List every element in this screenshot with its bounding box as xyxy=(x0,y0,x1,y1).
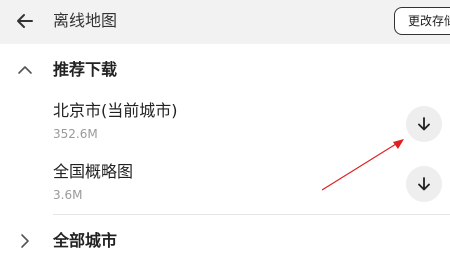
download-arrow-icon xyxy=(418,177,430,191)
map-item-size: 3.6M xyxy=(53,188,83,202)
top-bar: 离线地图 更改存储 xyxy=(0,0,450,44)
section-all-cities-label: 全部城市 xyxy=(53,231,118,250)
divider xyxy=(53,214,450,215)
change-storage-button[interactable]: 更改存储 xyxy=(394,7,450,35)
map-item-size: 352.6M xyxy=(53,127,98,141)
page-title: 离线地图 xyxy=(53,11,118,30)
arrow-left-icon xyxy=(17,14,33,28)
map-item-beijing: 北京市(当前城市) 352.6M xyxy=(0,100,450,156)
map-item-name: 全国概略图 xyxy=(53,162,134,181)
chevron-up-icon xyxy=(18,66,32,74)
back-button[interactable] xyxy=(10,6,40,36)
download-arrow-icon xyxy=(418,117,430,131)
download-button-national-overview[interactable] xyxy=(406,166,442,202)
chevron-right-icon xyxy=(21,234,29,248)
map-item-national-overview: 全国概略图 3.6M xyxy=(0,161,450,217)
section-recommended-header[interactable]: 推荐下载 xyxy=(0,52,450,88)
download-button-beijing[interactable] xyxy=(406,106,442,142)
map-item-name: 北京市(当前城市) xyxy=(53,101,178,120)
section-recommended-label: 推荐下载 xyxy=(53,60,118,79)
section-all-cities-header[interactable]: 全部城市 xyxy=(0,223,450,259)
